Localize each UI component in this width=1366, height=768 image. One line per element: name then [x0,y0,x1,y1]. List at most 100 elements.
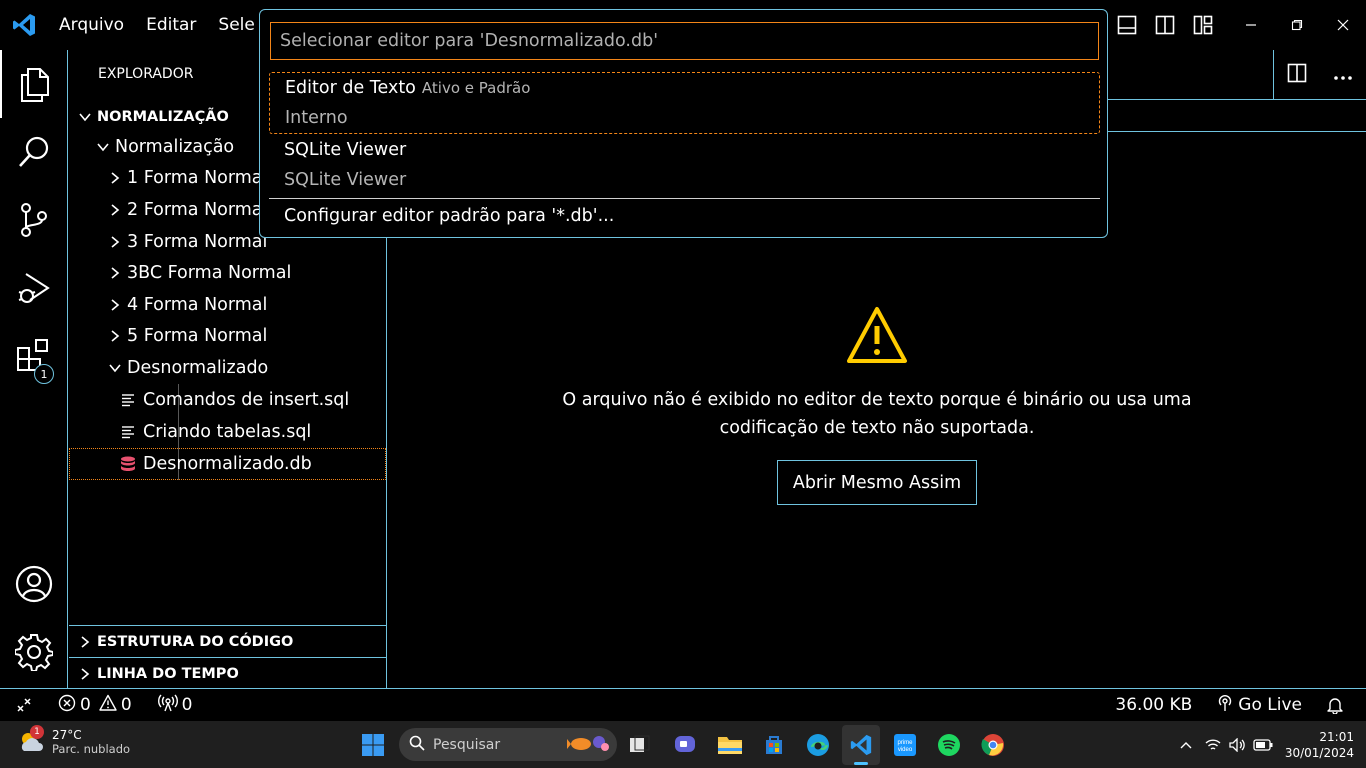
tree-file-label: Desnormalizado.db [143,454,312,474]
timeline-panel-header[interactable]: LINHA DO TEMPO [69,657,386,689]
text-file-icon [117,393,139,407]
tree-folder-5fn[interactable]: 5 Forma Normal [69,320,386,352]
menu-editar[interactable]: Editar [135,0,207,50]
tree-folder-label: Normalização [115,137,235,157]
warning-icon [388,306,1366,368]
quickpick-separator [269,198,1100,199]
problems-indicator[interactable]: 0 0 [46,694,138,717]
volume-icon[interactable] [1225,737,1249,752]
activity-bar: 1 [0,50,68,688]
tree-file-label: Criando tabelas.sql [143,422,312,442]
configure-default-editor-item[interactable]: Configurar editor padrão para '*.db'... [284,201,614,231]
chevron-right-icon [105,171,125,185]
menu-arquivo[interactable]: Arquivo [48,0,135,50]
outline-panel-header[interactable]: ESTRUTURA DO CÓDIGO [69,625,386,657]
cloud-sun-icon: 1 [16,725,46,757]
notifications-bell-icon[interactable] [1314,696,1366,714]
taskbar-search-icon [409,735,425,755]
weather-widget[interactable]: 1 27°C Parc. nublado [16,725,130,757]
close-icon[interactable] [1320,0,1366,50]
source-control-icon[interactable] [0,186,68,254]
clock-date: 30/01/2024 [1284,745,1354,760]
warning-status-icon [99,694,117,717]
binary-message-line2: codificação de texto não suportada. [719,418,1035,438]
error-icon [58,694,76,717]
battery-icon[interactable] [1249,738,1277,751]
chevron-down-icon [75,110,95,124]
chevron-right-icon [75,635,95,649]
select-editor-quickpick: Editor de Texto Ativo e Padrão Interno SQ… [259,9,1108,238]
chrome-browser-icon[interactable] [974,725,1012,765]
taskbar-clock[interactable]: 21:01 30/01/2024 [1277,729,1366,761]
chevron-right-icon [75,667,95,681]
open-anyway-button[interactable]: Abrir Mesmo Assim [776,460,978,505]
chevron-down-icon [93,140,113,154]
restore-icon[interactable] [1274,0,1320,50]
task-view-icon[interactable] [621,725,659,765]
quickpick-item-detail: Interno [285,108,348,128]
chevron-right-icon [105,235,125,249]
tree-folder-3bcfn[interactable]: 3BC Forma Normal [69,257,386,289]
customize-layout-icon[interactable] [1184,0,1222,50]
go-live-button[interactable]: Go Live [1204,694,1314,717]
status-bar: 0 0 0 36.00 KB Go Live [0,688,1366,721]
search-icon[interactable] [0,118,68,186]
taskbar-search[interactable]: Pesquisar [399,728,617,761]
wifi-icon[interactable] [1201,738,1225,752]
tree-folder-label: 4 Forma Normal [127,295,268,315]
workspace-root-label: NORMALIZAÇÃO [97,109,229,125]
tray-overflow-chevron-icon[interactable] [1171,741,1201,749]
minimize-icon[interactable] [1228,0,1274,50]
toggle-panel-icon[interactable] [1108,0,1146,50]
teams-chat-icon[interactable] [666,725,704,765]
go-live-icon [1216,694,1234,717]
spotify-icon[interactable] [930,725,968,765]
tree-folder-label: 3BC Forma Normal [127,263,292,283]
weather-temp: 27°C [52,728,82,742]
editor-actions [1273,50,1366,100]
tree-file-desnormalizado-db[interactable]: Desnormalizado.db [69,448,386,480]
extensions-icon[interactable]: 1 [0,322,68,390]
file-explorer-icon[interactable] [711,725,749,765]
chevron-right-icon [105,203,125,217]
tree-file-tabelas-sql[interactable]: Criando tabelas.sql [69,416,386,448]
binary-file-message: O arquivo não é exibido no editor de tex… [388,306,1366,505]
tree-file-label: Comandos de insert.sql [143,390,350,410]
quickpick-item-sqlite-viewer[interactable]: SQLite Viewer SQLite Viewer [269,135,1100,197]
explorer-icon[interactable] [0,50,68,118]
tree-folder-desnormalizado[interactable]: Desnormalizado [69,352,386,384]
remote-indicator-icon[interactable] [0,697,46,713]
settings-gear-icon[interactable] [0,618,68,686]
quickpick-input[interactable] [270,22,1099,60]
vscode-taskbar-icon[interactable] [842,725,880,765]
explorer-title: EXPLORADOR [98,66,194,82]
toggle-secondary-sidebar-icon[interactable] [1146,0,1184,50]
microsoft-store-icon[interactable] [755,725,793,765]
prime-video-icon[interactable]: prime video [886,725,924,765]
tree-folder-4fn[interactable]: 4 Forma Normal [69,289,386,321]
ports-indicator[interactable]: 0 [138,694,199,717]
edge-browser-icon[interactable] [799,725,837,765]
go-live-label: Go Live [1238,695,1302,715]
svg-text:prime: prime [897,740,913,746]
accounts-icon[interactable] [0,550,68,618]
run-debug-icon[interactable] [0,254,68,322]
file-size[interactable]: 36.00 KB [1103,695,1204,715]
tree-folder-label: Desnormalizado [127,358,269,378]
chevron-right-icon [105,329,125,343]
menu-selecao[interactable]: Sele [207,0,265,50]
split-editor-icon[interactable] [1287,63,1307,87]
windows-taskbar: 1 27°C Parc. nublado Pesquisar prime vide… [0,721,1366,768]
search-highlight-icon [567,732,611,758]
warning-count: 0 [120,695,132,715]
outline-panel-label: ESTRUTURA DO CÓDIGO [97,633,294,650]
windows-start-icon[interactable] [354,725,392,765]
quickpick-item-text-editor[interactable]: Editor de Texto Ativo e Padrão Interno [269,72,1100,134]
tree-file-insert-sql[interactable]: Comandos de insert.sql [69,384,386,416]
menu-bar: Arquivo Editar Sele [48,0,266,50]
timeline-panel-label: LINHA DO TEMPO [97,665,239,682]
taskbar-search-placeholder: Pesquisar [433,736,501,753]
tree-folder-label: 1 Forma Normal [127,168,268,188]
more-actions-icon[interactable] [1333,66,1353,85]
quickpick-item-label: Editor de Texto [285,78,416,98]
